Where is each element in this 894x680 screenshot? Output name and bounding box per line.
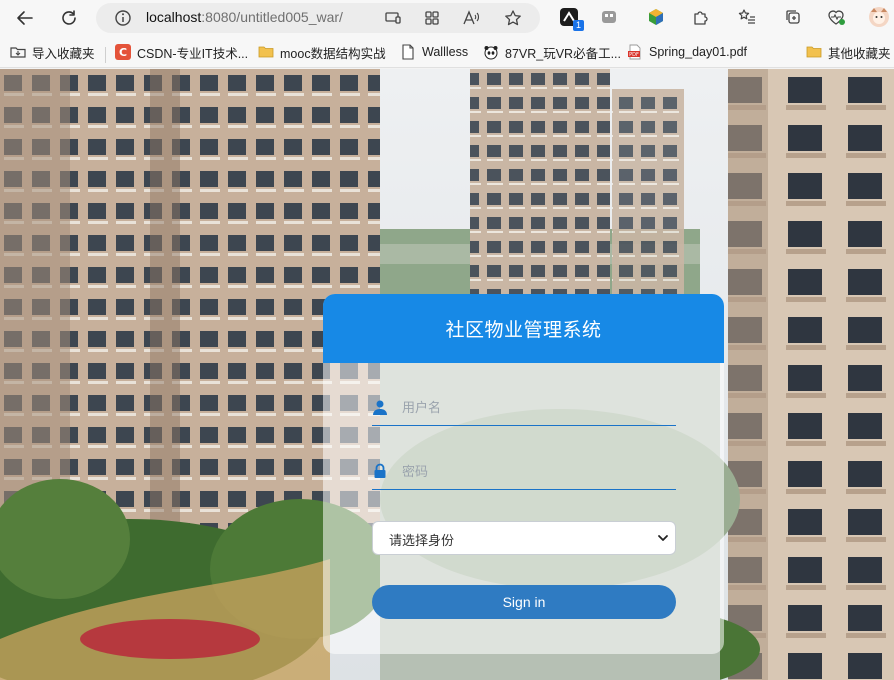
svg-text:PDF: PDF	[629, 52, 639, 58]
bookmark-label: CSDN-专业IT技术...	[137, 46, 249, 61]
game-ext-button[interactable]	[645, 6, 667, 28]
bookmark-import[interactable]: 导入收藏夹	[10, 42, 95, 62]
address-bar[interactable]: localhost:8080/untitled005_war/	[96, 3, 540, 33]
bookmark-wallless[interactable]: Wallless	[400, 42, 468, 62]
avatar-icon	[869, 7, 889, 27]
extension-badge: 1	[573, 20, 584, 31]
login-page: 社区物业管理系统 请选择身份 Sign in	[0, 69, 894, 680]
chevron-down-icon	[658, 535, 668, 541]
username-input[interactable]	[402, 396, 672, 420]
browser-toolbar: localhost:8080/untitled005_war/ 1	[0, 0, 894, 36]
bookmarks-divider	[105, 47, 106, 63]
page-icon	[400, 44, 416, 60]
password-input[interactable]	[402, 460, 672, 484]
url-path: :8080/untitled005_war/	[201, 9, 343, 25]
refresh-icon	[62, 10, 76, 25]
profile-avatar[interactable]	[868, 6, 890, 28]
password-field[interactable]	[372, 456, 676, 490]
bookmark-other-folder[interactable]: 其他收藏夹	[806, 42, 891, 62]
arrow-left-icon	[17, 11, 33, 25]
pdf-icon: PDF	[627, 44, 643, 60]
extension-button[interactable]: 1	[558, 6, 584, 31]
svg-text:C: C	[119, 46, 127, 59]
role-select-value: 请选择身份	[389, 534, 455, 549]
collections-icon	[786, 10, 800, 24]
bookmark-csdn[interactable]: C CSDN-专业IT技术...	[115, 42, 248, 62]
cube-icon	[649, 9, 663, 25]
bookmark-label: Wallless	[422, 45, 469, 59]
browser-essentials-button[interactable]	[825, 6, 847, 28]
apps-icon[interactable]	[423, 9, 441, 27]
bookmark-label: 导入收藏夹	[32, 46, 95, 61]
favorites-list-icon	[738, 9, 755, 24]
bookmark-mooc[interactable]: mooc数据结构实战	[258, 42, 386, 62]
bookmark-87vr[interactable]: 87VR_玩VR必备工...	[483, 42, 621, 62]
heart-pulse-icon	[828, 10, 845, 25]
csdn-logo-icon: C	[115, 44, 131, 60]
bookmarks-bar: 导入收藏夹 C CSDN-专业IT技术... mooc数据结构实战 Wallle…	[0, 36, 894, 68]
username-field[interactable]	[372, 392, 676, 426]
favorite-star-icon[interactable]	[504, 9, 522, 27]
info-icon[interactable]	[114, 9, 132, 27]
login-card: 社区物业管理系统 请选择身份 Sign in	[323, 294, 724, 654]
url-text[interactable]: localhost:8080/untitled005_war/	[146, 9, 343, 25]
favorites-button[interactable]	[736, 6, 758, 28]
role-select[interactable]: 请选择身份	[372, 521, 676, 555]
folder-icon	[258, 44, 274, 60]
login-title: 社区物业管理系统	[445, 319, 602, 341]
tab-group-icon	[602, 11, 616, 23]
url-host: localhost	[146, 9, 202, 25]
reload-button[interactable]	[55, 4, 83, 32]
cast-icon[interactable]	[384, 9, 402, 27]
bookmark-label: Spring_day01.pdf	[649, 45, 747, 59]
bookmark-label: 其他收藏夹	[828, 46, 891, 61]
folder-icon	[806, 44, 822, 60]
extensions-button[interactable]	[690, 6, 712, 28]
panda-icon	[483, 44, 499, 60]
import-folder-icon	[10, 44, 26, 60]
collections-button[interactable]	[782, 6, 804, 28]
bookmark-label: 87VR_玩VR必备工...	[505, 46, 622, 61]
lock-icon	[374, 463, 386, 478]
login-header: 社区物业管理系统	[323, 294, 724, 363]
bookmark-label: mooc数据结构实战	[280, 46, 386, 61]
read-aloud-icon[interactable]	[462, 9, 480, 27]
back-button[interactable]	[11, 4, 39, 32]
user-icon	[373, 400, 387, 415]
puzzle-icon	[694, 11, 708, 25]
bookmark-spring-pdf[interactable]: PDF Spring_day01.pdf	[627, 42, 747, 62]
signin-button[interactable]: Sign in	[372, 585, 676, 619]
collections-ext-button[interactable]	[598, 6, 620, 28]
